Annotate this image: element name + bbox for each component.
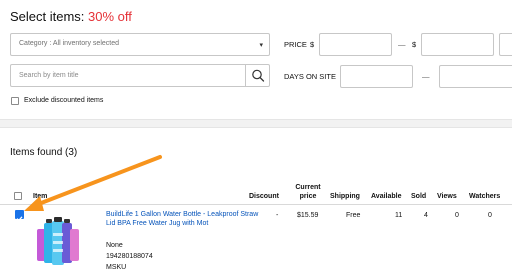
annotation-arrow-icon — [24, 155, 162, 211]
